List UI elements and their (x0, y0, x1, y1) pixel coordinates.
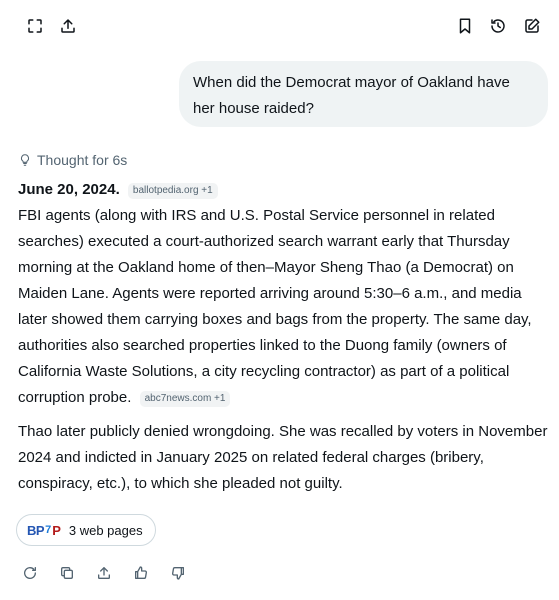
share-icon[interactable] (90, 559, 118, 587)
source-p-logo: P (52, 522, 61, 538)
thought-label: Thought for 6s (37, 152, 128, 168)
user-message-bubble: When did the Democrat mayor of Oakland h… (179, 61, 548, 127)
edit-icon[interactable] (518, 12, 546, 40)
top-bar (0, 0, 559, 52)
regenerate-icon[interactable] (16, 559, 44, 587)
answer-paragraph-1-text: FBI agents (along with IRS and U.S. Post… (18, 207, 532, 406)
sources-label: 3 web pages (68, 522, 143, 538)
answer-paragraph-2-text: Thao later publicly denied wrongdoing. S… (18, 423, 548, 492)
abc7-logo: 7 (45, 524, 52, 536)
ballotpedia-logo: BP (27, 522, 45, 538)
copy-icon[interactable] (53, 559, 81, 587)
answer-paragraph-2: Thao later publicly denied wrongdoing. S… (18, 419, 550, 497)
sources-button[interactable]: BP 7 P 3 web pages (16, 514, 156, 546)
source-logos: BP 7 P (27, 523, 61, 538)
share-icon[interactable] (54, 12, 82, 40)
user-message-text: When did the Democrat mayor of Oakland h… (193, 74, 510, 117)
thumbs-up-icon[interactable] (127, 559, 155, 587)
answer-paragraph-1: June 20, 2024. ballotpedia.org +1 FBI ag… (18, 177, 550, 411)
lightbulb-icon (20, 154, 30, 166)
history-icon[interactable] (484, 12, 512, 40)
bookmark-icon[interactable] (451, 12, 479, 40)
citation-chip-ballotpedia[interactable]: ballotpedia.org +1 (127, 183, 218, 199)
answer-date: June 20, 2024. (18, 181, 120, 198)
expand-icon[interactable] (21, 12, 49, 40)
thought-toggle[interactable]: Thought for 6s (18, 150, 127, 170)
citation-chip-abc7news[interactable]: abc7news.com +1 (139, 391, 231, 407)
assistant-answer: June 20, 2024. ballotpedia.org +1 FBI ag… (18, 177, 550, 497)
thumbs-down-icon[interactable] (164, 559, 192, 587)
